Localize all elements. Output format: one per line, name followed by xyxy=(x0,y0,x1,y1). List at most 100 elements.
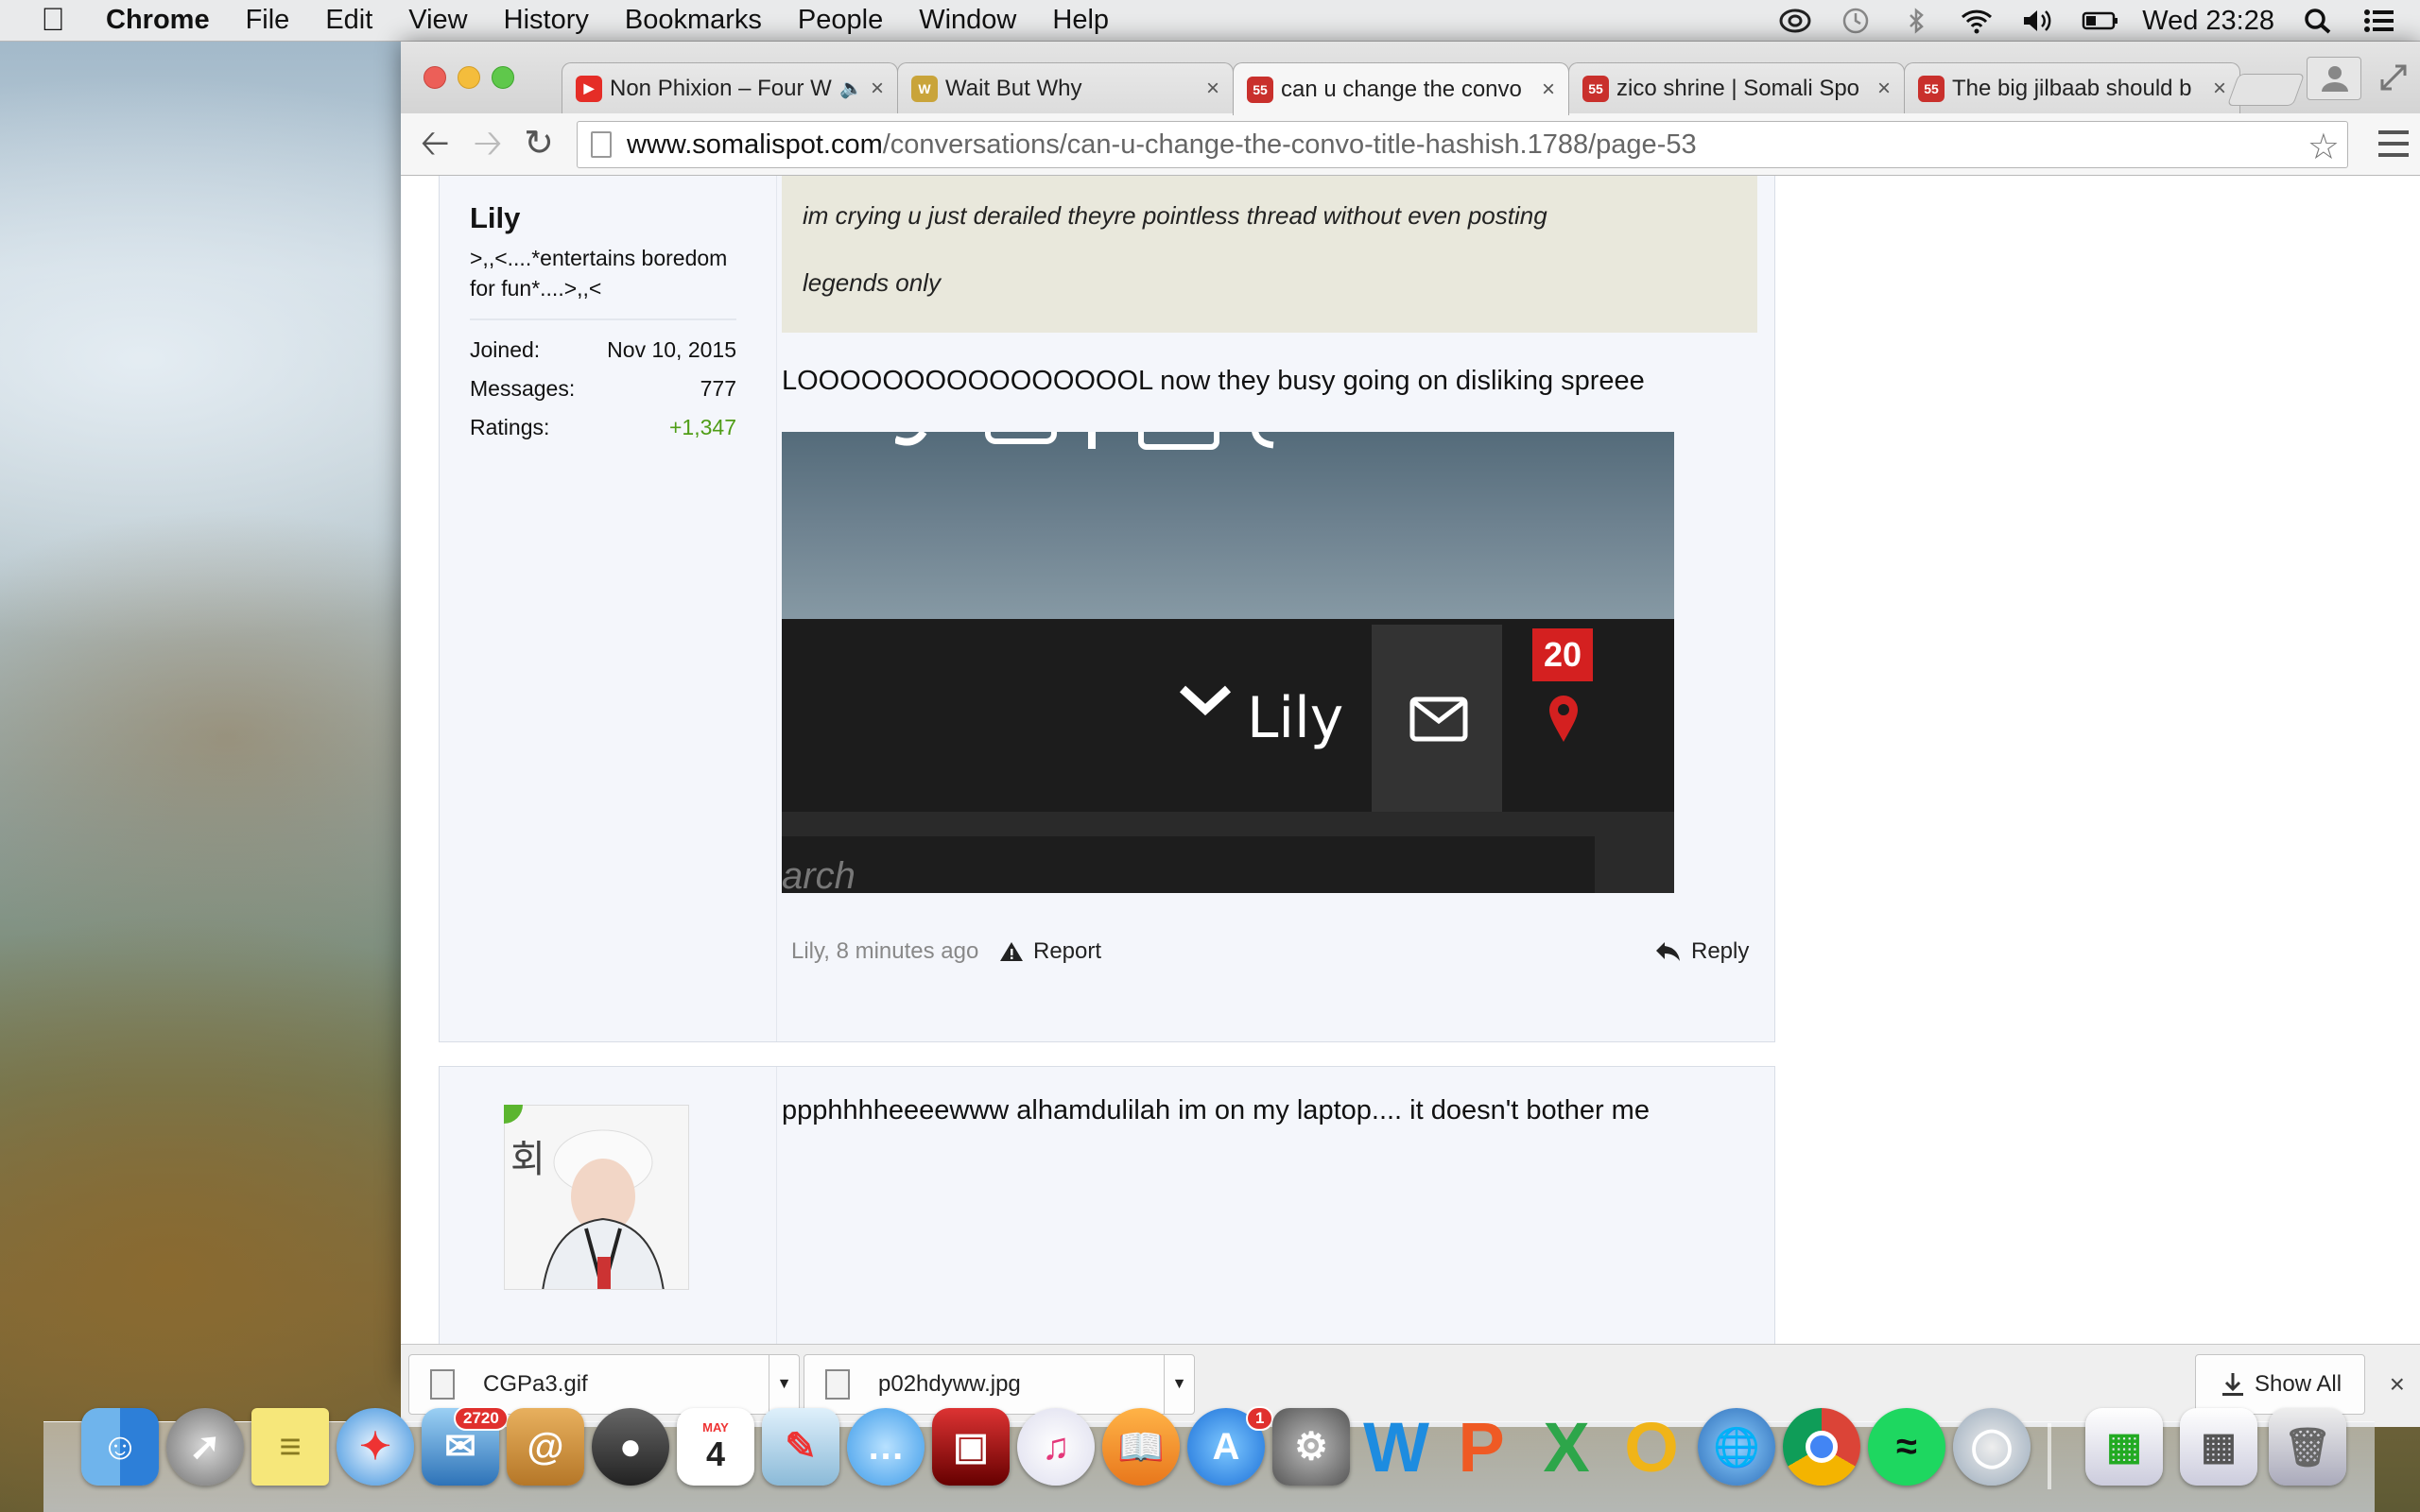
preview-icon[interactable]: ✎ xyxy=(762,1408,839,1486)
stat-value[interactable]: 777 xyxy=(700,376,736,402)
close-tab-icon[interactable]: × xyxy=(871,76,884,102)
stat-joined: Joined: Nov 10, 2015 xyxy=(470,337,736,363)
show-all-downloads-button[interactable]: Show All xyxy=(2195,1354,2365,1415)
reply-link[interactable]: Reply xyxy=(1655,938,1749,965)
report-label: Report xyxy=(1033,938,1102,964)
itunes-icon[interactable]: ♫ xyxy=(1017,1408,1095,1486)
menu-edit[interactable]: Edit xyxy=(325,5,372,36)
bookmark-star-icon[interactable]: ☆ xyxy=(2308,126,2340,168)
close-tab-icon[interactable]: × xyxy=(2213,76,2226,102)
fullscreen-icon[interactable] xyxy=(2377,60,2411,94)
launchpad-icon[interactable]: ➚ xyxy=(166,1408,244,1486)
avatar[interactable]: 회 xyxy=(504,1105,689,1290)
spotlight-search-icon[interactable] xyxy=(2303,8,2335,34)
trash-icon[interactable]: 🗑 xyxy=(2269,1408,2346,1486)
report-link[interactable]: Report xyxy=(999,938,1101,965)
tab-zico-shrine[interactable]: 55 zico shrine | Somali Spo × xyxy=(1568,62,1905,113)
powerpoint-icon[interactable]: P xyxy=(1443,1408,1520,1486)
finder-icon[interactable]: ☺ xyxy=(81,1408,159,1486)
spotify-icon[interactable]: ≈ xyxy=(1868,1408,1945,1486)
time-machine-icon[interactable] xyxy=(1840,8,1872,34)
photo-booth-icon[interactable]: ▣ xyxy=(932,1408,1010,1486)
menu-window[interactable]: Window xyxy=(919,5,1016,36)
chrome-icon[interactable] xyxy=(1783,1408,1860,1486)
volume-icon[interactable] xyxy=(2021,8,2053,34)
close-window-button[interactable] xyxy=(424,66,446,89)
menu-app-name[interactable]: Chrome xyxy=(106,5,210,36)
stat-label: Joined: xyxy=(470,337,541,362)
somalispot-icon: 55 xyxy=(1582,75,1609,102)
notification-center-icon[interactable] xyxy=(2363,8,2395,34)
stat-ratings: Ratings: +1,347 xyxy=(470,415,736,440)
menu-people[interactable]: People xyxy=(798,5,883,36)
page-viewport: Lily >,,<....*entertains boredom for fun… xyxy=(401,176,2420,1344)
tab-non-phixion[interactable]: ▶ Non Phixion – Four W 🔈 × xyxy=(562,62,898,113)
menu-history[interactable]: History xyxy=(504,5,589,36)
download-filename: CGPa3.gif xyxy=(483,1371,588,1397)
bluetooth-icon[interactable] xyxy=(1900,8,1932,34)
ibooks-icon[interactable]: 📖 xyxy=(1102,1408,1180,1486)
forward-button[interactable]: 🡢 xyxy=(467,123,509,164)
url-path: /conversations/can-u-change-the-convo-ti… xyxy=(882,129,1697,160)
menubar-clock[interactable]: Wed 23:28 xyxy=(2142,6,2274,37)
reload-button[interactable]: ↻ xyxy=(518,123,560,164)
safari-icon[interactable]: ✦ xyxy=(337,1408,414,1486)
somalispot-icon: 55 xyxy=(1247,76,1273,103)
menu-bookmarks[interactable]: Bookmarks xyxy=(625,5,762,36)
image-username: Lily xyxy=(1247,685,1344,751)
download-item[interactable]: p02hdyww.jpg ▼ xyxy=(804,1354,1195,1415)
attached-image[interactable]: arch Lily 20 xyxy=(782,432,1674,893)
tab-title: The big jilbaab should b xyxy=(1952,75,2192,101)
reply-label: Reply xyxy=(1691,938,1750,964)
outlook-icon[interactable]: O xyxy=(1613,1408,1690,1486)
show-all-label: Show All xyxy=(2255,1371,2342,1397)
username[interactable]: Lily xyxy=(470,201,736,235)
close-tab-icon[interactable]: × xyxy=(1206,76,1219,102)
contacts-icon[interactable]: @ xyxy=(507,1408,584,1486)
calendar-icon[interactable]: MAY 4 xyxy=(677,1408,754,1486)
minimize-window-button[interactable] xyxy=(458,66,480,89)
wifi-icon[interactable] xyxy=(1961,8,1993,34)
speaker-icon[interactable]: 🔈 xyxy=(839,77,863,100)
network-globe-icon[interactable]: 🌐 xyxy=(1698,1408,1775,1486)
zoom-window-button[interactable] xyxy=(492,66,514,89)
chrome-menu-icon[interactable] xyxy=(2378,130,2409,157)
stat-value: +1,347 xyxy=(669,415,736,439)
system-preferences-icon[interactable]: ⚙ xyxy=(1272,1408,1350,1486)
creative-cloud-icon[interactable] xyxy=(1779,8,1811,34)
close-downloads-icon[interactable]: × xyxy=(2390,1369,2405,1400)
tab-big-jilbaab[interactable]: 55 The big jilbaab should b × xyxy=(1904,62,2240,113)
menu-view[interactable]: View xyxy=(408,5,467,36)
menu-file[interactable]: File xyxy=(246,5,290,36)
downloads-stack-icon[interactable]: ▦ xyxy=(2180,1408,2257,1486)
new-tab-button[interactable] xyxy=(2226,74,2306,106)
quote-line: legends only xyxy=(803,268,941,297)
apple-menu-icon[interactable]:  xyxy=(0,2,106,39)
envelope-icon xyxy=(1409,696,1468,742)
close-tab-icon[interactable]: × xyxy=(1542,77,1555,103)
tab-wait-but-why[interactable]: W Wait But Why × xyxy=(897,62,1234,113)
post-meta[interactable]: Lily, 8 minutes ago xyxy=(791,938,978,965)
menu-help[interactable]: Help xyxy=(1052,5,1109,36)
file-icon xyxy=(430,1369,455,1400)
column-divider xyxy=(776,1067,777,1344)
image-capture-icon[interactable]: ◯ xyxy=(1953,1408,2031,1486)
stat-messages: Messages: 777 xyxy=(470,376,736,402)
forum-post: Lily >,,<....*entertains boredom for fun… xyxy=(439,176,1775,1042)
avatar-photo: 회 xyxy=(505,1106,688,1289)
image-search-text: arch xyxy=(782,836,1595,893)
messages-icon[interactable]: … xyxy=(847,1408,925,1486)
address-bar[interactable]: www.somalispot.com/conversations/can-u-c… xyxy=(577,121,2348,168)
word-icon[interactable]: W xyxy=(1357,1408,1435,1486)
back-button[interactable]: 🡠 xyxy=(414,123,456,164)
profile-button[interactable] xyxy=(2307,57,2361,100)
excel-document-stack-icon[interactable]: ▦ xyxy=(2085,1408,2163,1486)
excel-icon[interactable]: X xyxy=(1528,1408,1605,1486)
facetime-icon[interactable]: ● xyxy=(592,1408,669,1486)
close-tab-icon[interactable]: × xyxy=(1877,76,1891,102)
download-options-icon[interactable]: ▼ xyxy=(769,1355,799,1414)
download-options-icon[interactable]: ▼ xyxy=(1164,1355,1194,1414)
tab-can-u-change-the-convo[interactable]: 55 can u change the convo × xyxy=(1233,62,1569,115)
stickies-icon[interactable]: ≡ xyxy=(251,1408,329,1486)
battery-icon[interactable] xyxy=(2082,8,2118,34)
